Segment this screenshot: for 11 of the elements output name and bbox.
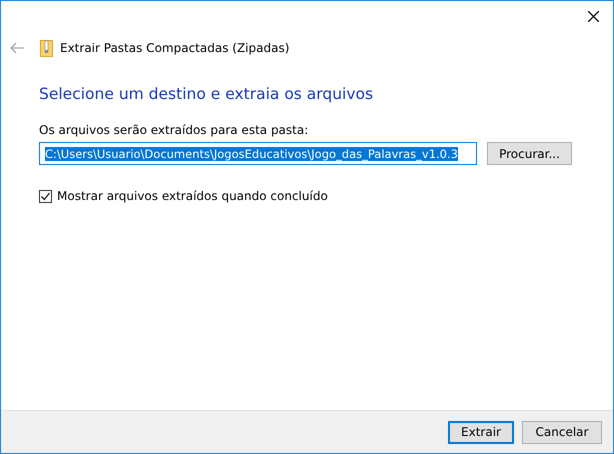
checkbox[interactable] — [39, 190, 52, 202]
zip-folder-icon — [40, 40, 53, 56]
destination-field[interactable]: C:\Users\Usuario\Documents\JogosEducativos\Jogo_das_Palavras_v1.0.3 — [39, 142, 477, 165]
close-icon[interactable] — [588, 10, 599, 22]
browse-button[interactable]: Procurar... — [487, 142, 572, 165]
checkbox-label: Mostrar arquivos extraídos quando concluído — [57, 189, 328, 203]
window-title: Extrair Pastas Compactadas (Zipadas) — [60, 41, 290, 55]
dialog-button[interactable]: Cancelar — [522, 420, 602, 444]
dialog-button[interactable]: Extrair — [448, 420, 514, 444]
heading: Selecione um destino e extraia os arquivos — [39, 85, 374, 103]
destination-label: Os arquivos serão extraídos para esta pasta: — [39, 123, 310, 137]
